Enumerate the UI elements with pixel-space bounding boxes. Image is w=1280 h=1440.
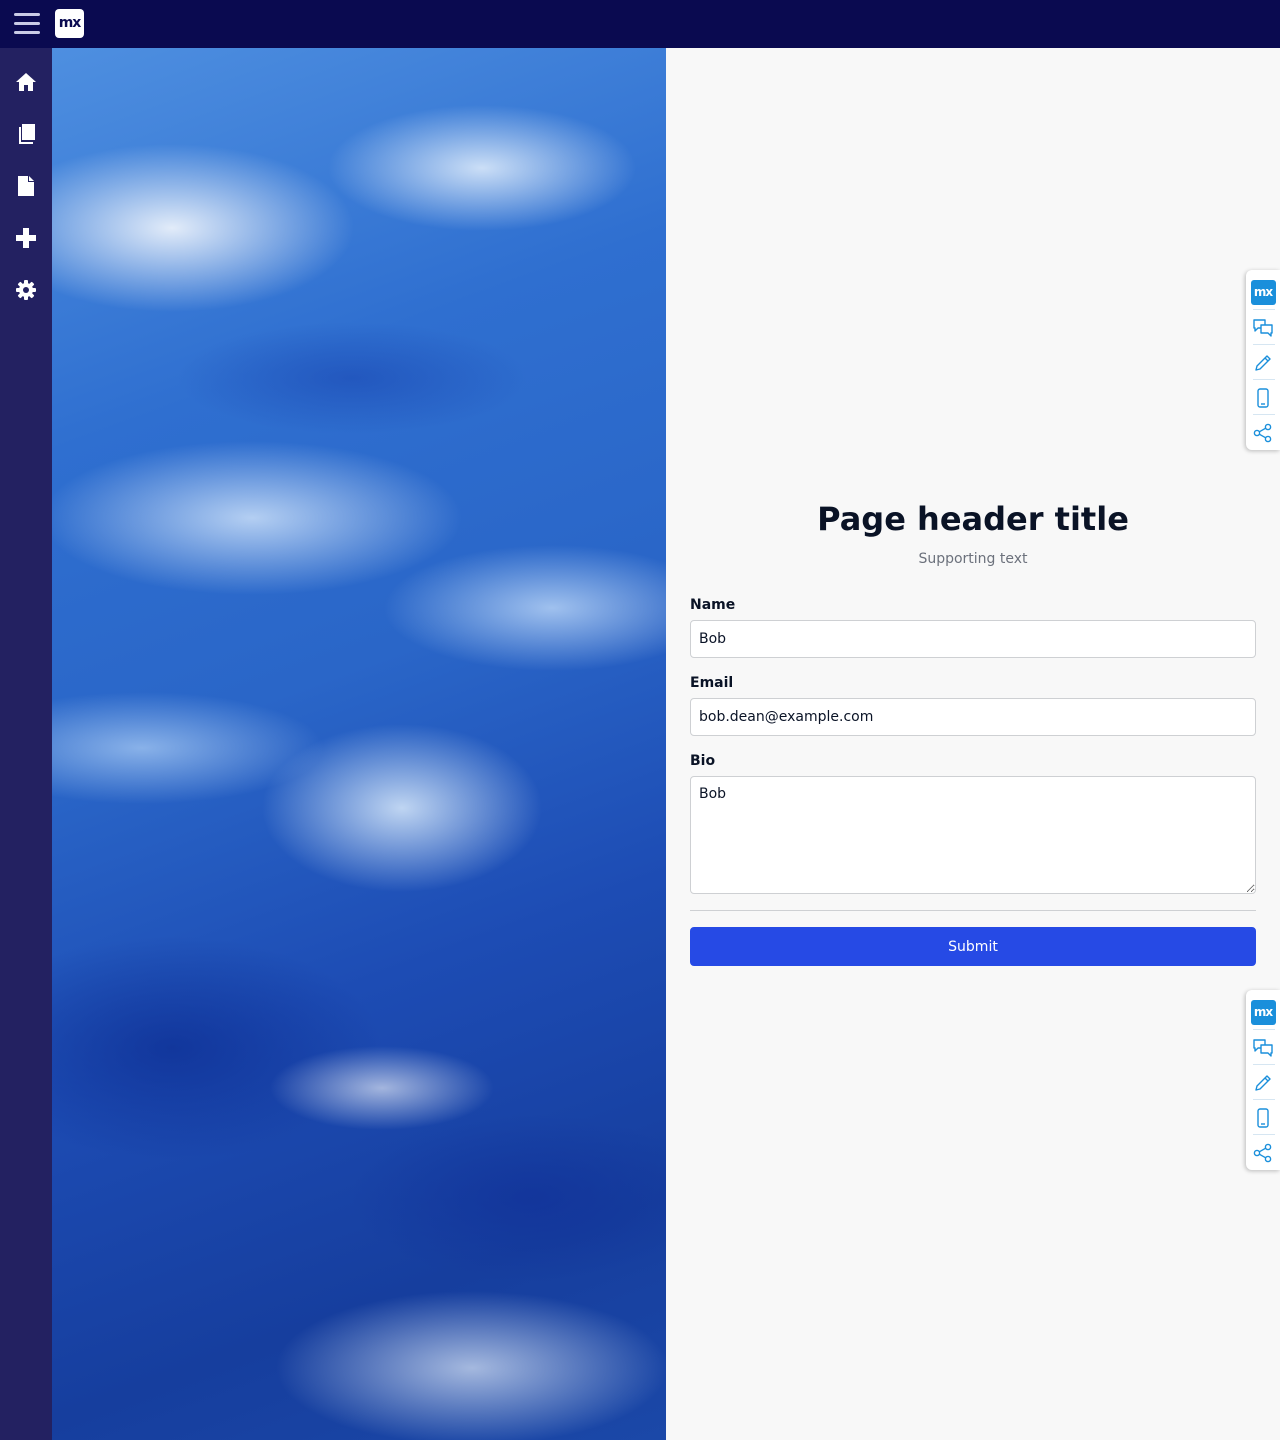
sidebar-item-settings[interactable] [0,264,52,316]
mx-logo-icon: mx [1250,1000,1276,1025]
sidebar [0,48,52,1440]
plus-icon [16,228,36,248]
share-icon [1253,423,1272,442]
file-icon [18,176,34,196]
hero-ocean-image [52,48,666,1440]
bio-textarea[interactable]: Bob [690,776,1256,894]
toolbar-mx-logo-button[interactable]: mx [1246,275,1280,310]
toolbar-mobile-button[interactable] [1246,380,1280,415]
hamburger-menu-icon[interactable] [14,13,40,35]
sidebar-item-home[interactable] [0,56,52,108]
pencil-icon [1255,1074,1271,1091]
submit-button[interactable]: Submit [690,927,1256,966]
mobile-icon [1257,387,1269,408]
toolbar-edit-button[interactable] [1246,345,1280,380]
page-title: Page header title [817,500,1129,538]
email-label: Email [690,675,734,691]
page-subtitle: Supporting text [918,551,1028,567]
mx-logo-icon: mx [1250,280,1276,305]
toolbar-feedback-button[interactable] [1246,310,1280,345]
toolbar-mobile-button[interactable] [1246,1100,1280,1135]
mobile-icon [1257,1107,1269,1128]
chat-icon [1253,1038,1273,1057]
book-icon [19,124,35,144]
sidebar-item-add[interactable] [0,212,52,264]
app-logo[interactable]: mx [55,9,84,38]
toolbar-feedback-button[interactable] [1246,1030,1280,1065]
chat-icon [1253,318,1273,337]
floating-toolbar: mx [1246,270,1280,450]
form-divider [690,910,1256,911]
toolbar-edit-button[interactable] [1246,1065,1280,1100]
floating-toolbar: mx [1246,990,1280,1170]
top-bar: mx [0,0,1280,48]
sidebar-item-file[interactable] [0,160,52,212]
name-field[interactable] [690,620,1256,658]
toolbar-mx-logo-button[interactable]: mx [1246,995,1280,1030]
toolbar-share-button[interactable] [1246,415,1280,450]
gear-icon [16,280,36,300]
toolbar-share-button[interactable] [1246,1135,1280,1170]
home-icon [16,73,36,91]
sidebar-item-book[interactable] [0,108,52,160]
share-icon [1253,1143,1272,1162]
bio-label: Bio [690,753,716,769]
pencil-icon [1255,354,1271,371]
name-label: Name [690,597,736,613]
email-field[interactable] [690,698,1256,736]
